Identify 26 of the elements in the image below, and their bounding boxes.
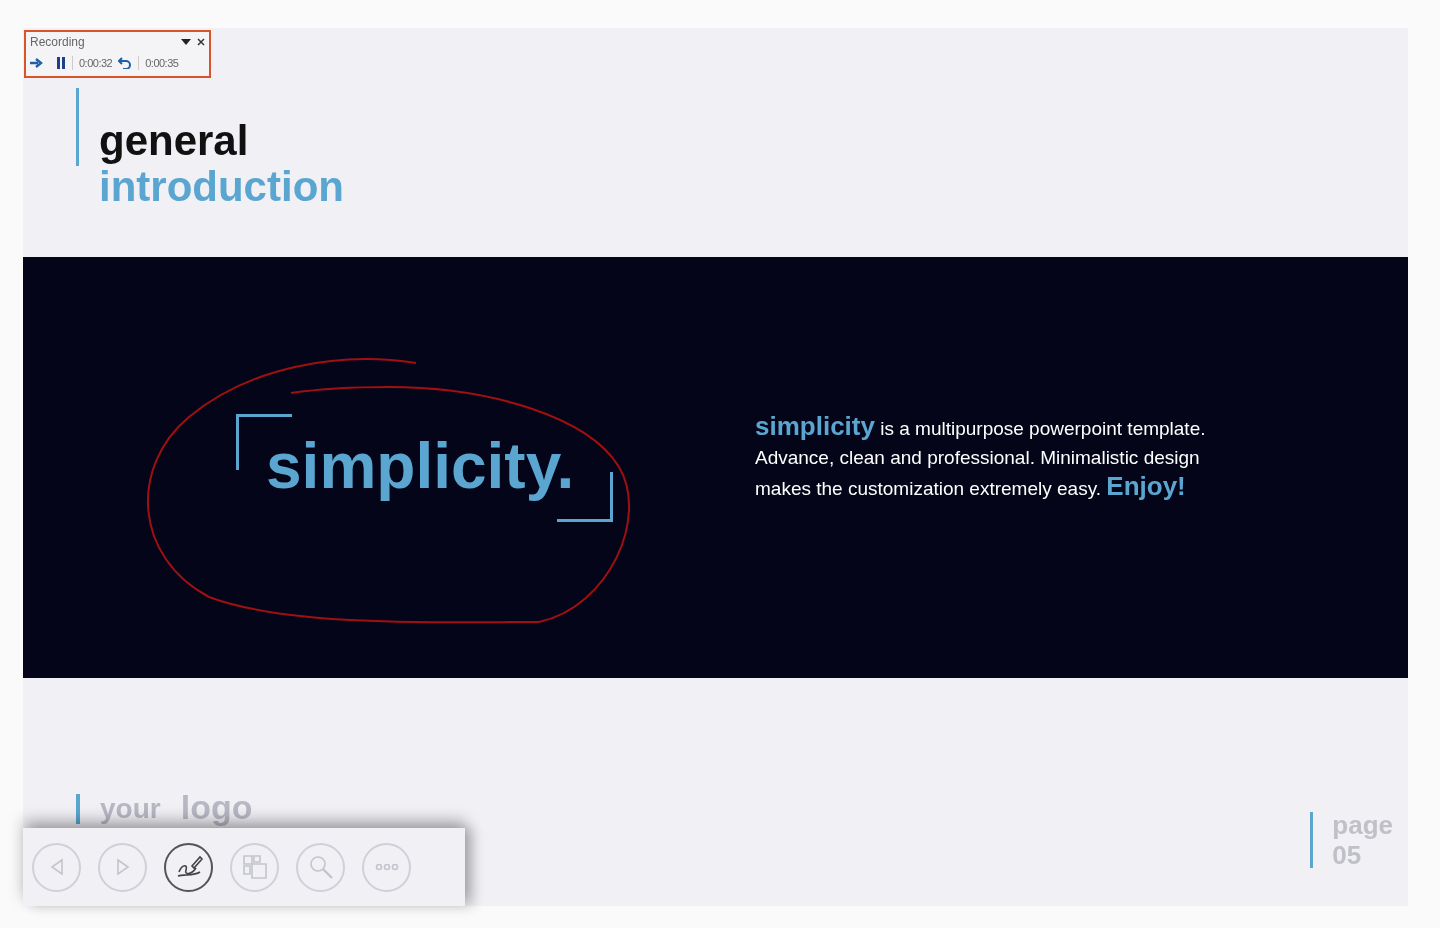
- accent-bar: [76, 794, 80, 824]
- elapsed-time: 0:00:32: [79, 55, 113, 71]
- left-triangle-icon: [48, 858, 65, 876]
- feature-word: simplicity.: [266, 430, 575, 502]
- pause-button[interactable]: [56, 57, 66, 69]
- pause-icon: [56, 57, 66, 69]
- description-paragraph: simplicity is a multipurpose powerpoint template. Advance, clean and professional. Minimalistic design makes the customization extremely easy. Enjoy!: [755, 412, 1207, 503]
- repeat-button[interactable]: [118, 57, 133, 69]
- undo-arrow-icon: [118, 57, 133, 69]
- close-button[interactable]: [197, 38, 205, 46]
- close-icon: [197, 38, 205, 46]
- grid-squares-icon: [240, 853, 269, 881]
- accent-bar: [1310, 812, 1314, 868]
- next-button[interactable]: [30, 58, 44, 68]
- right-triangle-icon: [114, 858, 131, 876]
- right-arrow-icon: [30, 58, 44, 68]
- toolbar-title: Recording: [30, 34, 85, 51]
- total-time: 0:00:35: [145, 55, 179, 71]
- pen-button[interactable]: [164, 842, 213, 892]
- caret-icon: [181, 39, 191, 45]
- logo-text: logo: [180, 790, 253, 824]
- heading-line: general: [99, 118, 250, 164]
- more-dots-icon: [373, 863, 400, 871]
- heading-line: introduction: [99, 164, 344, 210]
- dropdown-caret-button[interactable]: [181, 39, 191, 45]
- logo-text: your: [100, 794, 161, 824]
